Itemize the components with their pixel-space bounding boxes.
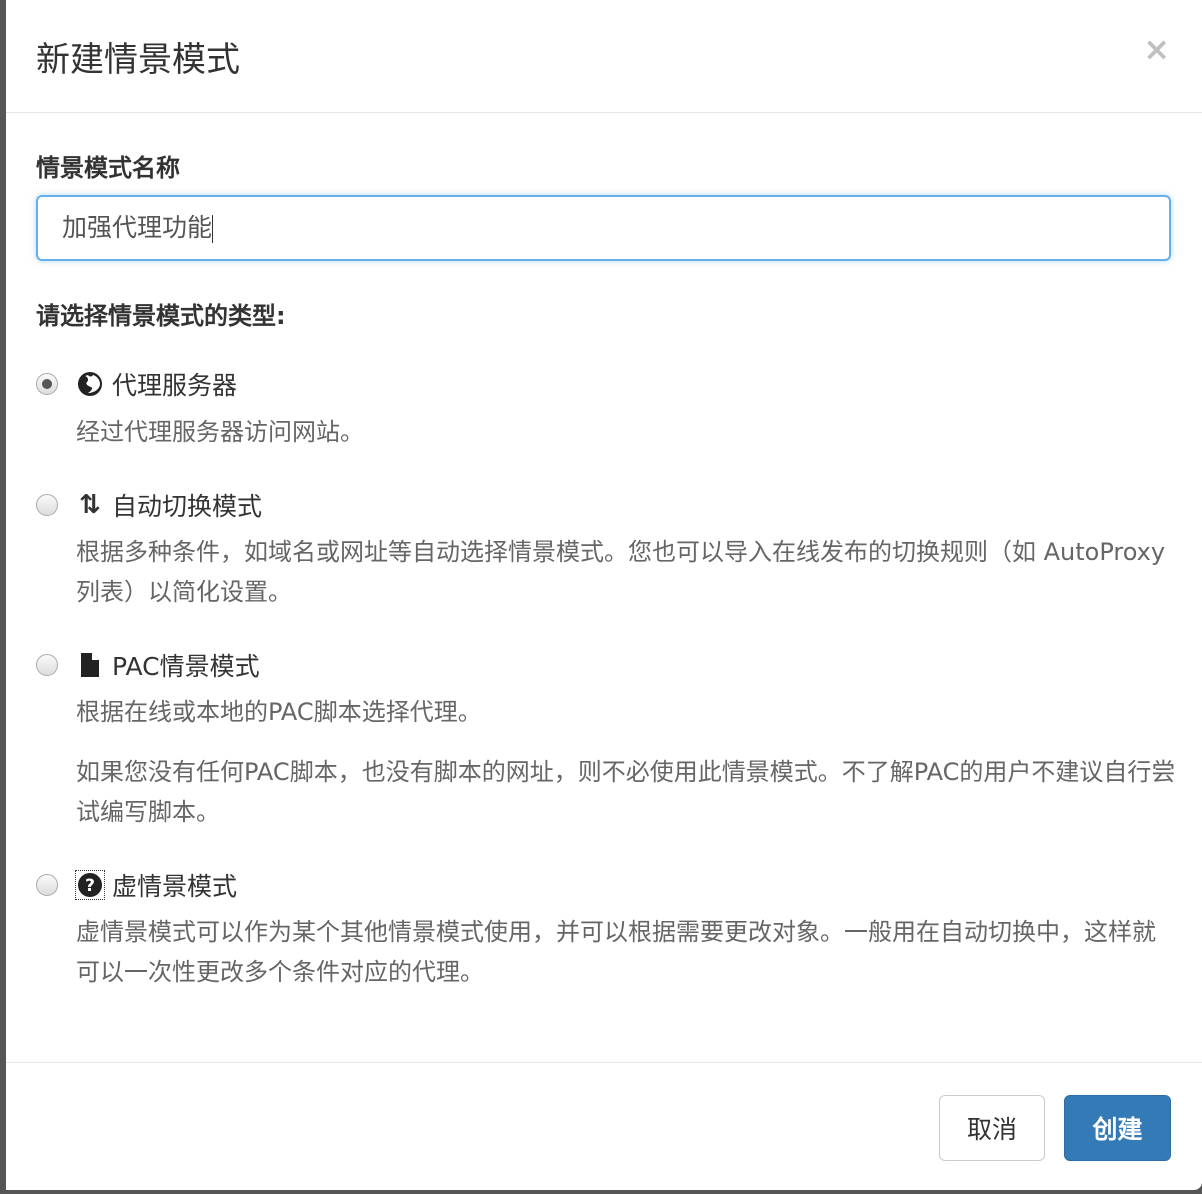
question-circle-icon: ? bbox=[76, 871, 104, 899]
radio-virtual[interactable] bbox=[36, 874, 58, 896]
radio-pac[interactable] bbox=[36, 654, 58, 676]
retweet-icon: ⇅ bbox=[76, 491, 104, 519]
globe-icon bbox=[76, 370, 104, 398]
radio-auto-switch[interactable] bbox=[36, 494, 58, 516]
dialog-title: 新建情景模式 bbox=[36, 32, 240, 81]
option-label: 自动切换模式 bbox=[112, 487, 262, 523]
text-caret bbox=[212, 215, 213, 243]
dialog-footer-divider bbox=[6, 1062, 1202, 1063]
option-proxy-server[interactable]: 代理服务器 bbox=[36, 366, 237, 402]
option-pac[interactable]: PAC情景模式 bbox=[36, 647, 260, 683]
option-label: 代理服务器 bbox=[112, 366, 237, 402]
option-label: 虚情景模式 bbox=[112, 867, 237, 903]
profile-name-input[interactable]: 加强代理功能 bbox=[36, 195, 1171, 261]
option-description: 经过代理服务器访问网站。 bbox=[76, 412, 1176, 452]
file-icon bbox=[76, 651, 104, 679]
create-button[interactable]: 创建 bbox=[1064, 1095, 1171, 1161]
option-auto-switch[interactable]: ⇅ 自动切换模式 bbox=[36, 487, 262, 523]
option-label: PAC情景模式 bbox=[112, 647, 260, 683]
radio-proxy-server[interactable] bbox=[36, 373, 58, 395]
option-description: 根据多种条件，如域名或网址等自动选择情景模式。您也可以导入在线发布的切换规则（如… bbox=[76, 532, 1176, 612]
profile-type-label: 请选择情景模式的类型: bbox=[36, 296, 286, 331]
option-description: 根据在线或本地的PAC脚本选择代理。 bbox=[76, 692, 1176, 732]
new-profile-dialog: 新建情景模式 × 情景模式名称 加强代理功能 请选择情景模式的类型: 代理服务器… bbox=[6, 0, 1202, 1190]
dialog-header: 新建情景模式 × bbox=[6, 0, 1202, 113]
svg-text:?: ? bbox=[85, 876, 95, 896]
cancel-button[interactable]: 取消 bbox=[939, 1095, 1045, 1161]
profile-name-value: 加强代理功能 bbox=[62, 213, 212, 242]
option-virtual[interactable]: ? 虚情景模式 bbox=[36, 867, 237, 903]
profile-name-label: 情景模式名称 bbox=[36, 148, 180, 183]
option-description: 虚情景模式可以作为某个其他情景模式使用，并可以根据需要更改对象。一般用在自动切换… bbox=[76, 912, 1176, 992]
option-description: 如果您没有任何PAC脚本，也没有脚本的网址，则不必使用此情景模式。不了解PAC的… bbox=[76, 752, 1176, 832]
close-icon[interactable]: × bbox=[1143, 30, 1170, 68]
